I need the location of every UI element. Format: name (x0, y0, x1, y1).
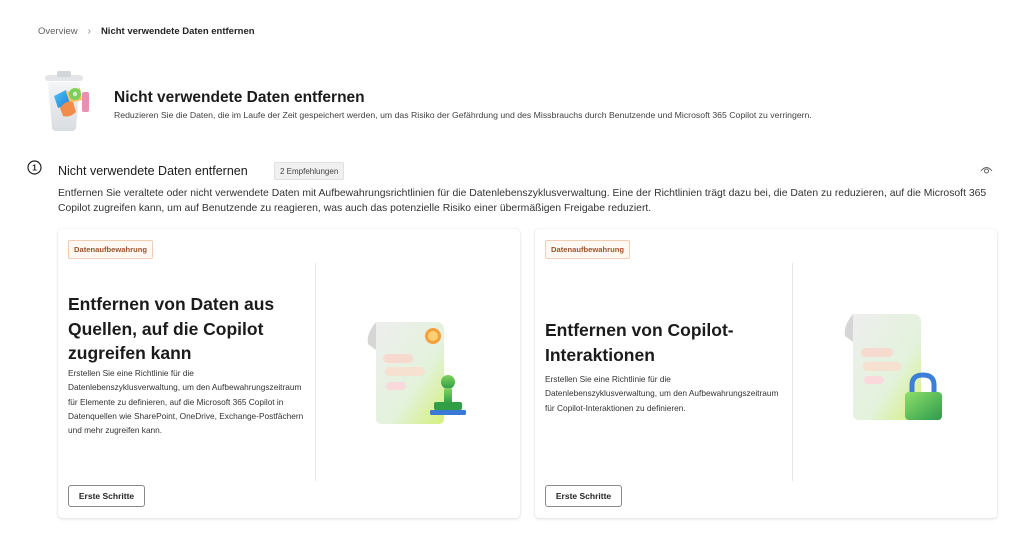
card-divider (315, 263, 316, 481)
eye-icon[interactable] (980, 165, 993, 175)
card-title: Entfernen von Copilot-Interaktionen (545, 320, 734, 365)
get-started-button[interactable]: Erste Schritte (545, 485, 622, 507)
recommendation-card-remove-source-data: Datenaufbewahrung Entfernen von Daten au… (58, 229, 520, 518)
section-description: Entfernen Sie veraltete oder nicht verwe… (58, 188, 987, 214)
card-divider (792, 263, 793, 481)
chevron-right-icon: › (87, 26, 91, 37)
section-title: Nicht verwendete Daten entfernen (58, 164, 248, 178)
recommendation-count-badge: 2 Empfehlungen (274, 162, 345, 180)
breadcrumb-current: Nicht verwendete Daten entfernen (100, 26, 255, 37)
category-tag: Datenaufbewahrung (68, 240, 153, 259)
get-started-button[interactable]: Erste Schritte (68, 485, 145, 507)
page-description: Reduzieren Sie die Daten, die im Laufe d… (114, 110, 812, 120)
card-title: Entfernen von Daten aus Quellen, auf die… (68, 294, 275, 363)
document-lock-icon (844, 314, 942, 420)
card-description: Erstellen Sie eine Richtlinie für die Da… (68, 368, 304, 436)
page-title: Nicht verwendete Daten entfernen (114, 89, 365, 106)
step-number-icon: 1 (27, 160, 42, 175)
breadcrumb: Overview › Nicht verwendete Daten entfer… (38, 26, 255, 37)
trash-bin-icon (45, 71, 89, 131)
step-number: 1 (32, 163, 37, 173)
category-tag: Datenaufbewahrung (545, 240, 630, 259)
breadcrumb-overview-link[interactable]: Overview (38, 26, 78, 37)
card-description: Erstellen Sie eine Richtlinie für die Da… (545, 374, 779, 413)
recommendation-card-remove-copilot-interactions: Datenaufbewahrung Entfernen von Copilot-… (535, 229, 997, 518)
document-stamp-icon (367, 322, 466, 424)
